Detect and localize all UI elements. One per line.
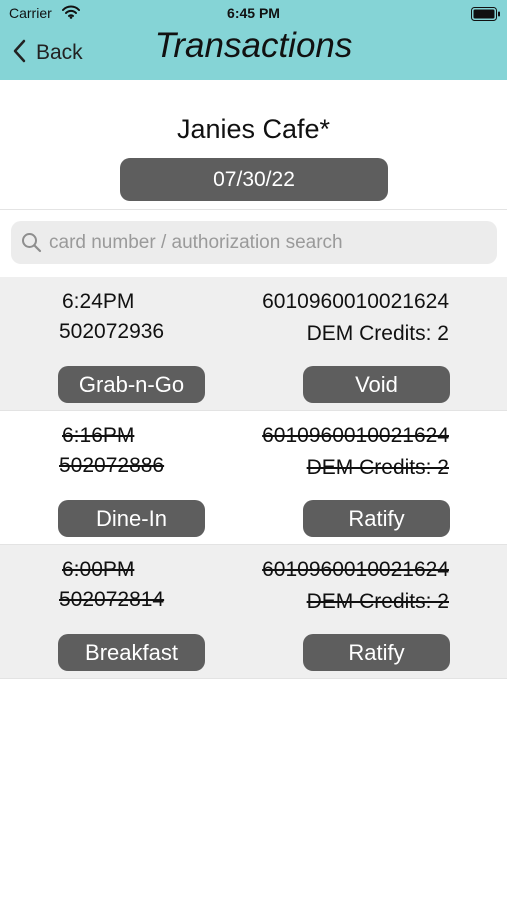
status-time: 6:45 PM <box>227 5 280 21</box>
card-number: 6010960010021624 <box>262 558 449 581</box>
date-button[interactable]: 07/30/22 <box>120 158 388 201</box>
credits-label: DEM Credits: 2 <box>306 590 449 613</box>
page-title: Transactions <box>154 26 353 65</box>
transaction-time: 6:00PM <box>62 558 135 581</box>
credits-label: DEM Credits: 2 <box>306 322 449 345</box>
transaction-row: 6:16PM 502072886 6010960010021624 DEM Cr… <box>0 411 507 545</box>
ratify-button[interactable]: Ratify <box>303 634 450 671</box>
meal-type-button[interactable]: Grab-n-Go <box>58 366 205 403</box>
status-bar: Carrier 6:45 PM <box>0 0 507 26</box>
divider <box>0 209 507 210</box>
authorization-number: 502072936 <box>59 320 165 343</box>
battery-icon <box>471 7 501 26</box>
transaction-list: 6:24PM 502072936 6010960010021624 DEM Cr… <box>0 277 507 679</box>
transaction-row: 6:24PM 502072936 6010960010021624 DEM Cr… <box>0 277 507 411</box>
transaction-time: 6:16PM <box>62 424 135 447</box>
search-icon <box>21 232 42 258</box>
search-bar <box>11 221 497 264</box>
credits-label: DEM Credits: 2 <box>306 456 449 479</box>
search-input[interactable] <box>49 221 489 264</box>
venue-name: Janies Cafe* <box>176 114 331 144</box>
transaction-time: 6:24PM <box>62 290 135 313</box>
authorization-number: 502072886 <box>59 454 165 477</box>
meal-type-button[interactable]: Breakfast <box>58 634 205 671</box>
authorization-number: 502072814 <box>59 588 165 611</box>
card-number: 6010960010021624 <box>262 424 449 447</box>
nav-header: Carrier 6:45 PM Back Transactions <box>0 0 507 80</box>
meal-type-button[interactable]: Dine-In <box>58 500 205 537</box>
ratify-button[interactable]: Ratify <box>303 500 450 537</box>
transaction-row: 6:00PM 502072814 6010960010021624 DEM Cr… <box>0 545 507 679</box>
void-button[interactable]: Void <box>303 366 450 403</box>
card-number: 6010960010021624 <box>262 290 449 313</box>
